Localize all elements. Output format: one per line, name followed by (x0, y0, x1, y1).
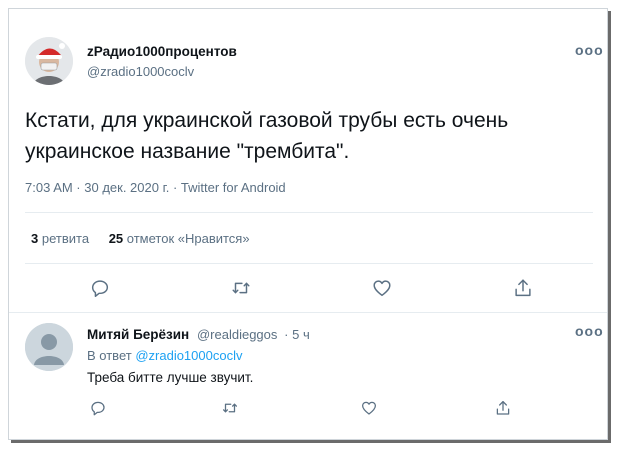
tweet-card: zРадио1000процентов @zradio1000coclv ooo… (8, 8, 608, 440)
reply-to-line: В ответ @zradio1000coclv (87, 348, 242, 363)
divider (9, 312, 607, 313)
reply-to-handle[interactable]: @zradio1000coclv (135, 348, 242, 363)
divider (25, 263, 593, 264)
author-name[interactable]: zРадио1000процентов (87, 44, 237, 59)
reply-author-name[interactable]: Митяй Берёзин (87, 327, 189, 342)
author-handle[interactable]: @zradio1000coclv (87, 64, 194, 79)
reply-reply-icon[interactable] (87, 397, 109, 419)
likes-count: 25 (108, 231, 124, 246)
likes-stat[interactable]: 25 отметок «Нравится» (109, 231, 250, 246)
reply-header: Митяй Берёзин @realdieggos · 5 ч (87, 327, 310, 342)
reply-retweet-icon[interactable] (219, 397, 241, 419)
likes-label: отметок «Нравится» (126, 231, 250, 246)
tweet-text: Кстати, для украинской газовой трубы ест… (25, 105, 585, 167)
retweets-label: ретвита (41, 231, 90, 246)
reply-time[interactable]: · 5 ч (284, 327, 310, 342)
tweet-stats: 3 ретвита 25 отметок «Нравится» (31, 231, 250, 246)
reply-text: Треба битте лучше звучит. (87, 370, 254, 385)
reply-share-icon[interactable] (492, 397, 514, 419)
reply-author-avatar[interactable] (25, 323, 73, 371)
reply-icon[interactable] (87, 275, 113, 301)
retweet-icon[interactable] (228, 275, 254, 301)
tweet-text-line-2: украинское название "трембита". (25, 140, 350, 163)
author-avatar[interactable] (25, 37, 73, 85)
reply-more-options-icon[interactable]: ooo (575, 323, 604, 339)
reply-author-handle[interactable]: @realdieggos (197, 327, 277, 342)
reply-heart-icon[interactable] (358, 397, 380, 419)
reply-to-prefix: В ответ (87, 348, 132, 363)
heart-icon[interactable] (369, 275, 395, 301)
tweet-text-line-1: Кстати, для украинской газовой трубы ест… (25, 109, 509, 132)
retweets-stat[interactable]: 3 ретвита (31, 231, 93, 246)
tweet-timestamp[interactable]: 7:03 AM · 30 дек. 2020 г. · Twitter for … (25, 180, 286, 195)
share-icon[interactable] (510, 275, 536, 301)
divider (25, 212, 593, 213)
more-options-icon[interactable]: ooo (575, 42, 604, 58)
retweets-count: 3 (31, 231, 39, 246)
